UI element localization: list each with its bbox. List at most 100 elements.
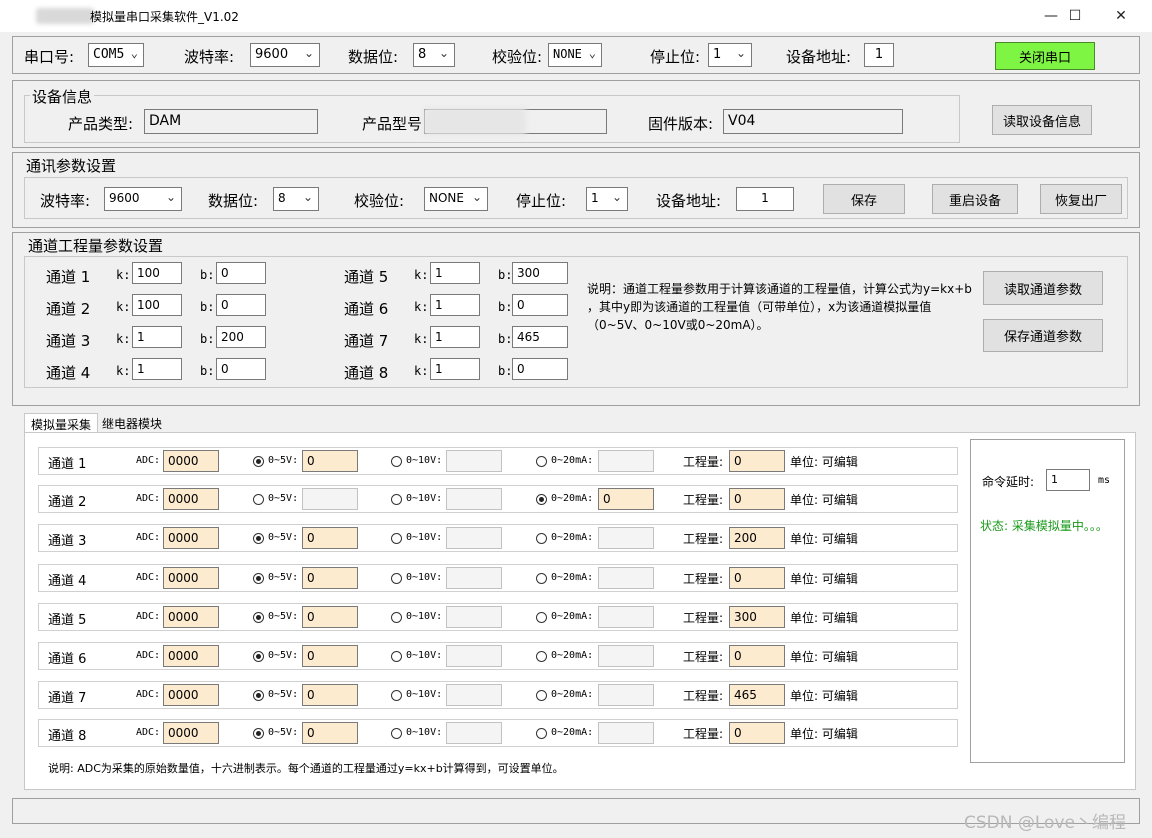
range-20ma-radio[interactable] xyxy=(536,573,547,584)
range-5v-radio[interactable] xyxy=(253,456,264,467)
unit-label[interactable]: 单位: 可编辑 xyxy=(790,570,858,587)
acq-note: 说明: ADC为采集的原始数量值，十六进制表示。每个通道的工程量通过y=kx+b… xyxy=(48,762,564,775)
unit-label[interactable]: 单位: 可编辑 xyxy=(790,648,858,665)
range-10v-radio[interactable] xyxy=(391,651,402,662)
stopbits-select[interactable]: 1 ⌄ xyxy=(708,43,752,67)
k-input[interactable]: 1 xyxy=(132,358,182,380)
tab-relay-module[interactable]: 继电器模块 xyxy=(96,413,168,433)
k-label: k: xyxy=(414,268,429,282)
b-input[interactable]: 465 xyxy=(512,326,568,348)
tab-analog-acquisition[interactable]: 模拟量采集 xyxy=(24,413,99,433)
range-10v-radio[interactable] xyxy=(391,690,402,701)
adc-label: ADC: xyxy=(136,727,161,738)
k-label: k: xyxy=(414,300,429,314)
unit-label[interactable]: 单位: 可编辑 xyxy=(790,530,858,547)
range-5v-radio[interactable] xyxy=(253,612,264,623)
port-select[interactable]: COM5 ⌄ xyxy=(88,43,144,67)
b-input[interactable]: 0 xyxy=(216,262,266,284)
k-input[interactable]: 1 xyxy=(430,262,480,284)
comm-stopbits-select[interactable]: 1 ⌄ xyxy=(586,187,628,211)
adc-label: ADC: xyxy=(136,455,161,466)
value-5v: 0 xyxy=(302,684,358,706)
acq-channel-label: 通道 2 xyxy=(48,495,87,510)
range-5v-radio[interactable] xyxy=(253,533,264,544)
k-input[interactable]: 1 xyxy=(430,326,480,348)
range-10v-label: 0~10V: xyxy=(406,572,443,583)
delay-input[interactable]: 1 xyxy=(1046,469,1090,491)
b-input[interactable]: 0 xyxy=(216,358,266,380)
range-20ma-label: 0~20mA: xyxy=(551,611,594,622)
value-20ma xyxy=(598,684,654,706)
b-input[interactable]: 0 xyxy=(512,294,568,316)
range-5v-radio[interactable] xyxy=(253,573,264,584)
unit-label[interactable]: 单位: 可编辑 xyxy=(790,725,858,742)
value-5v: 0 xyxy=(302,527,358,549)
range-10v-radio[interactable] xyxy=(391,494,402,505)
save-channel-params-button[interactable]: 保存通道参数 xyxy=(983,319,1103,352)
range-5v-radio[interactable] xyxy=(253,690,264,701)
comm-parity-select[interactable]: NONE ⌄ xyxy=(424,187,488,211)
value-20ma xyxy=(598,606,654,628)
range-10v-radio[interactable] xyxy=(391,533,402,544)
databits-label: 数据位: xyxy=(348,48,399,66)
parity-select[interactable]: NONE ⌄ xyxy=(548,43,602,67)
comm-address-input[interactable]: 1 xyxy=(736,187,794,211)
unit-label[interactable]: 单位: 可编辑 xyxy=(790,491,858,508)
range-20ma-radio[interactable] xyxy=(536,651,547,662)
port-value: COM5 xyxy=(93,47,125,62)
read-channel-params-button[interactable]: 读取通道参数 xyxy=(983,271,1103,305)
device-info-title: 设备信息 xyxy=(30,86,95,107)
range-10v-radio[interactable] xyxy=(391,612,402,623)
range-20ma-radio[interactable] xyxy=(536,494,547,505)
unit-label[interactable]: 单位: 可编辑 xyxy=(790,609,858,626)
close-port-button[interactable]: 关闭串口 xyxy=(995,42,1095,70)
maximize-button[interactable]: ☐ xyxy=(1052,0,1098,32)
unit-label[interactable]: 单位: 可编辑 xyxy=(790,687,858,704)
baud-select[interactable]: 9600 ⌄ xyxy=(250,43,320,67)
range-5v-radio[interactable] xyxy=(253,728,264,739)
range-20ma-radio[interactable] xyxy=(536,456,547,467)
range-5v-radio[interactable] xyxy=(253,651,264,662)
value-10v xyxy=(446,567,502,589)
k-input[interactable]: 1 xyxy=(430,294,480,316)
range-10v-radio[interactable] xyxy=(391,728,402,739)
close-button[interactable]: ✕ xyxy=(1098,0,1144,32)
firmware-field: V04 xyxy=(723,109,903,134)
k-label: k: xyxy=(414,332,429,346)
range-20ma-radio[interactable] xyxy=(536,728,547,739)
reboot-device-button[interactable]: 重启设备 xyxy=(932,184,1018,214)
acq-channel-label: 通道 7 xyxy=(48,691,87,706)
range-5v-radio[interactable] xyxy=(253,494,264,505)
k-input[interactable]: 1 xyxy=(430,358,480,380)
databits-value: 8 xyxy=(418,47,427,62)
value-5v: 0 xyxy=(302,722,358,744)
k-input[interactable]: 1 xyxy=(132,326,182,348)
range-10v-radio[interactable] xyxy=(391,573,402,584)
range-10v-label: 0~10V: xyxy=(406,455,443,466)
unit-label[interactable]: 单位: 可编辑 xyxy=(790,453,858,470)
eng-value: 0 xyxy=(729,488,785,510)
delay-unit: ms xyxy=(1098,475,1111,486)
b-input[interactable]: 300 xyxy=(512,262,568,284)
k-input[interactable]: 100 xyxy=(132,262,182,284)
k-input[interactable]: 100 xyxy=(132,294,182,316)
comm-databits-select[interactable]: 8 ⌄ xyxy=(273,187,319,211)
range-10v-radio[interactable] xyxy=(391,456,402,467)
databits-select[interactable]: 8 ⌄ xyxy=(413,43,455,67)
b-input[interactable]: 0 xyxy=(512,358,568,380)
save-comm-button[interactable]: 保存 xyxy=(823,184,905,214)
comm-baud-select[interactable]: 9600 ⌄ xyxy=(104,187,182,211)
range-5v-label: 0~5V: xyxy=(268,455,299,466)
firmware-label: 固件版本: xyxy=(648,115,714,133)
stopbits-label: 停止位: xyxy=(650,48,701,66)
read-device-info-button[interactable]: 读取设备信息 xyxy=(992,105,1092,135)
b-input[interactable]: 200 xyxy=(216,326,266,348)
value-10v xyxy=(446,606,502,628)
eng-value: 0 xyxy=(729,450,785,472)
b-input[interactable]: 0 xyxy=(216,294,266,316)
range-20ma-radio[interactable] xyxy=(536,533,547,544)
address-input[interactable]: 1 xyxy=(864,43,894,67)
range-20ma-radio[interactable] xyxy=(536,690,547,701)
range-20ma-radio[interactable] xyxy=(536,612,547,623)
factory-reset-button[interactable]: 恢复出厂 xyxy=(1040,184,1122,214)
